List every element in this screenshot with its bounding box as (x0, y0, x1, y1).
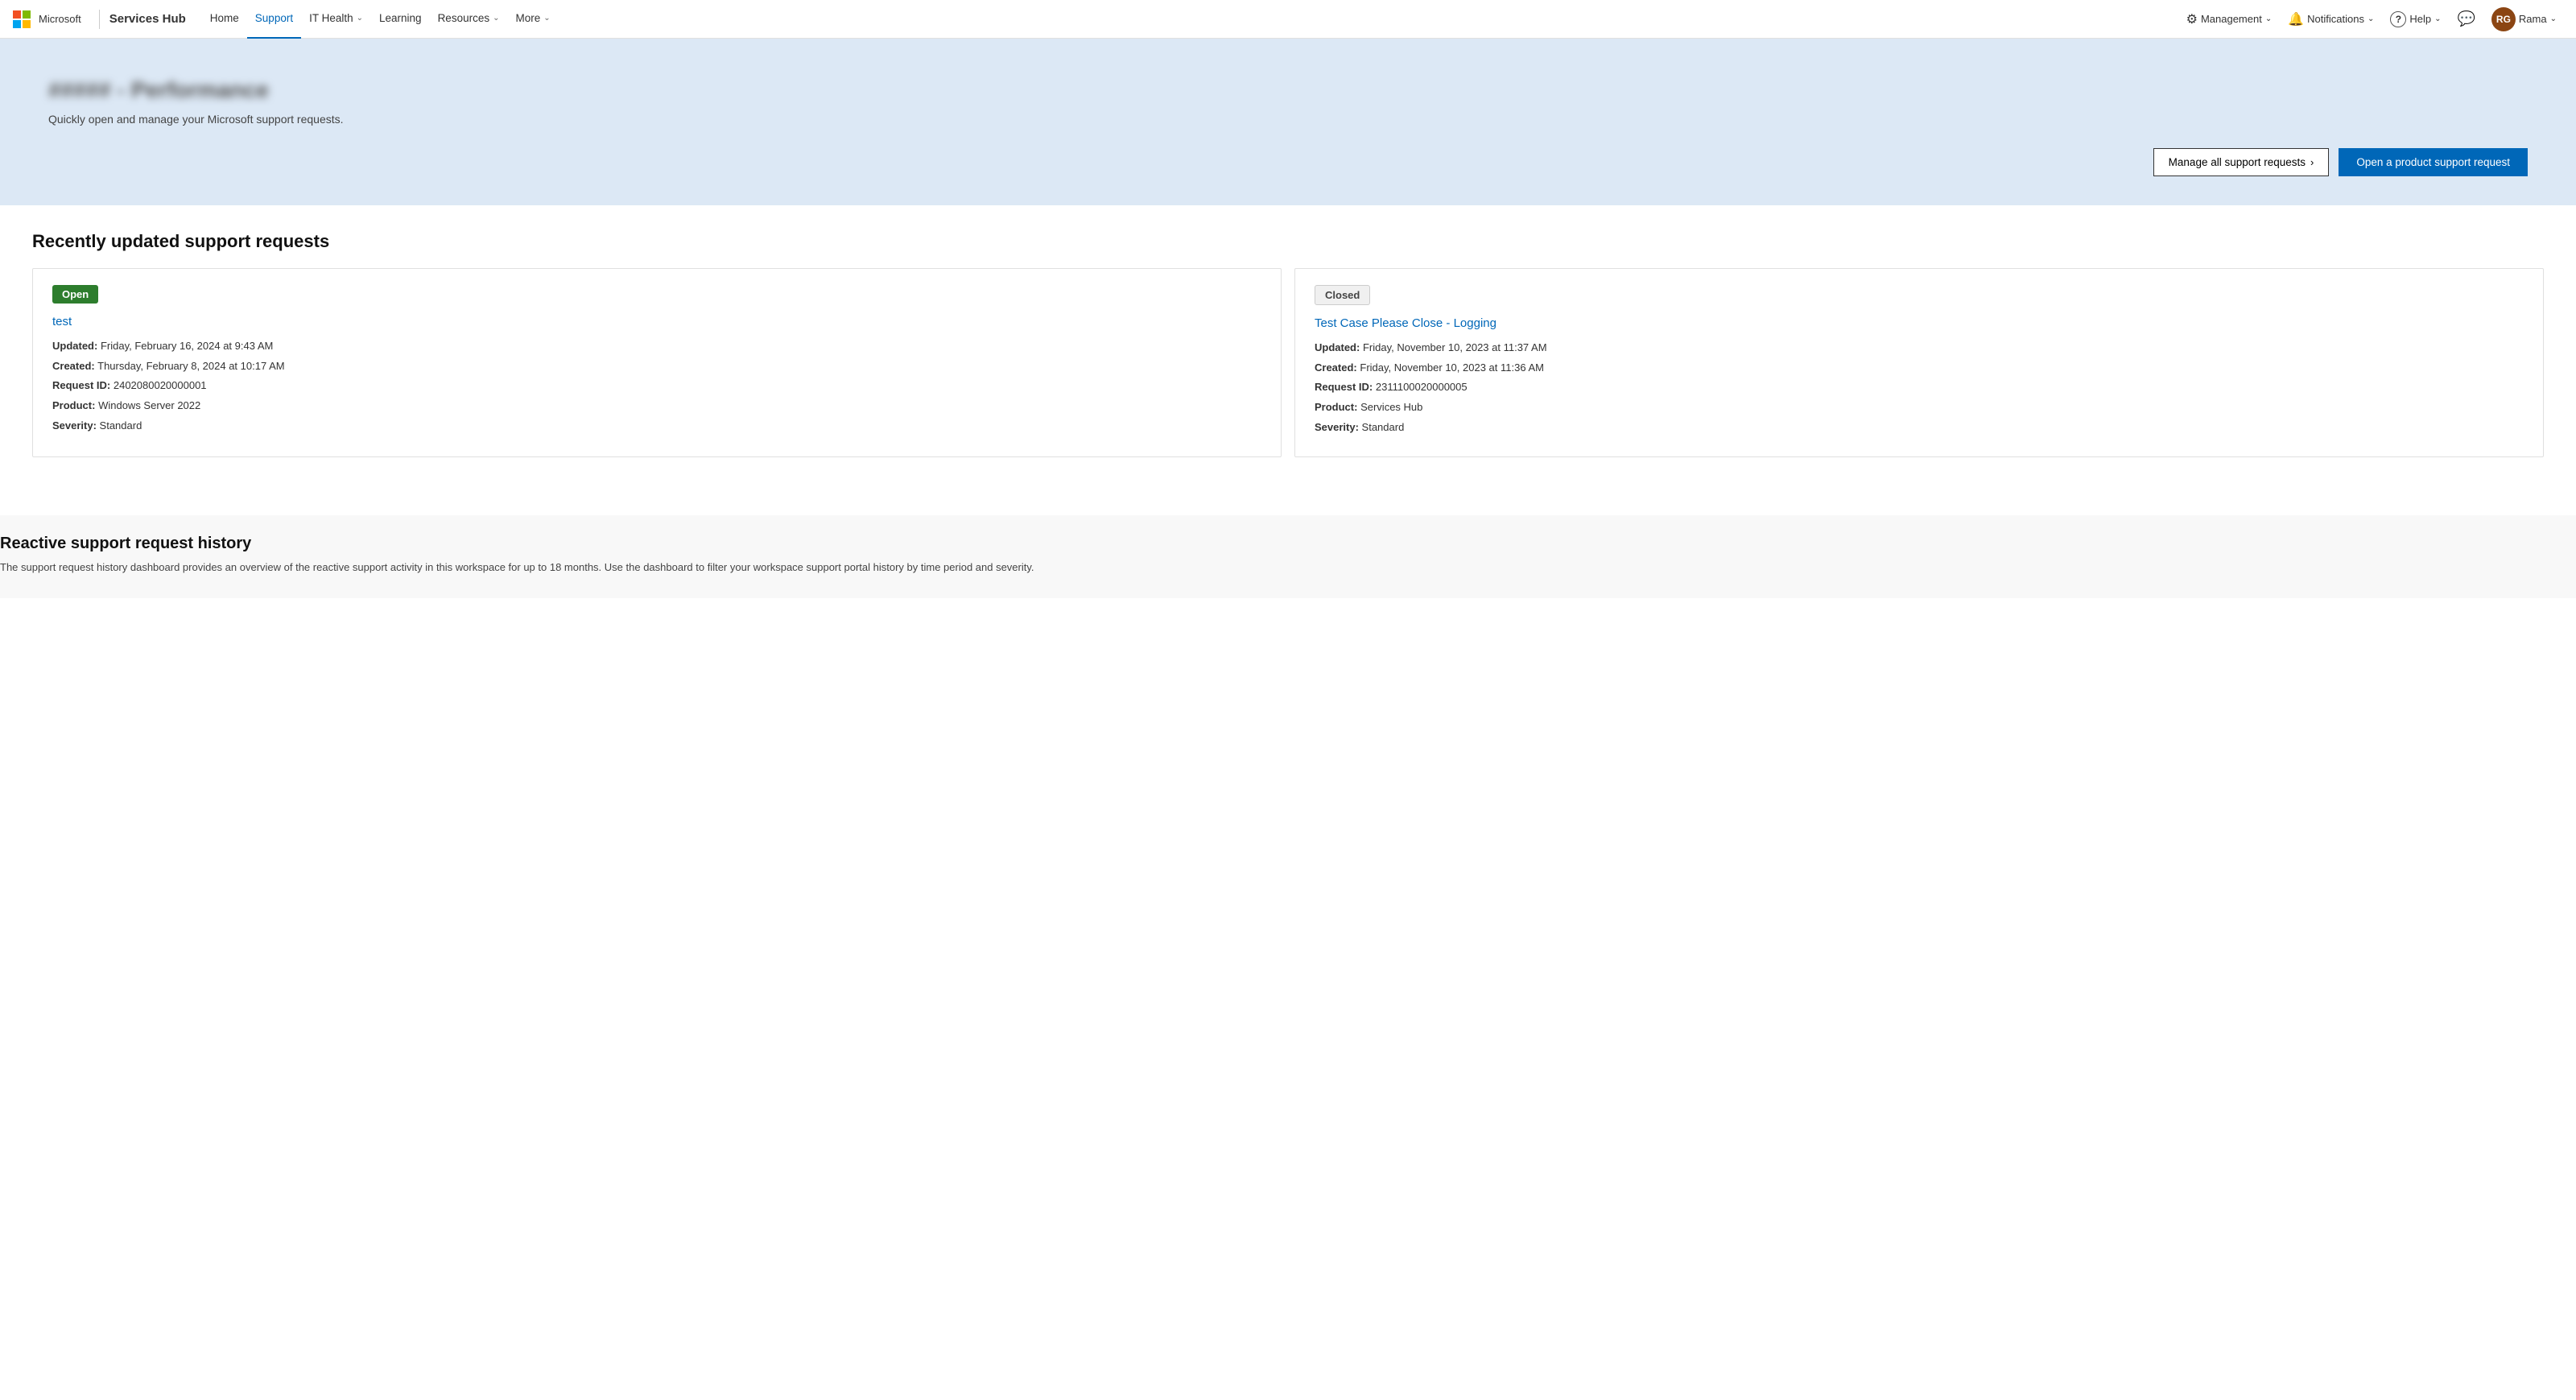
card-1-request-id: Request ID: 2402080020000001 (52, 376, 1261, 396)
main-content: Recently updated support requests Open t… (0, 205, 2576, 515)
nav-right: ⚙ Management ⌄ 🔔 Notifications ⌄ ? Help … (2180, 0, 2563, 39)
reactive-title: Reactive support request history (0, 535, 2576, 553)
chat-icon: 💬 (2458, 10, 2475, 27)
request-id-label-2: Request ID: (1315, 381, 1373, 393)
hero-title: ##### - Performance (48, 77, 2528, 103)
management-chevron-icon: ⌄ (2265, 14, 2272, 23)
card-2-meta: Updated: Friday, November 10, 2023 at 11… (1315, 338, 2524, 437)
microsoft-wordmark: Microsoft (39, 13, 81, 25)
nav-item-more[interactable]: More ⌄ (507, 0, 558, 39)
card-1-severity: Severity: Standard (52, 416, 1261, 436)
card-2-created-value: Friday, November 10, 2023 at 11:36 AM (1360, 361, 1544, 374)
support-card-1: Open test Updated: Friday, February 16, … (32, 268, 1282, 457)
nav-item-resources[interactable]: Resources ⌄ (430, 0, 508, 39)
more-chevron-icon: ⌄ (543, 14, 550, 23)
card-1-meta: Updated: Friday, February 16, 2024 at 9:… (52, 337, 1261, 436)
notifications-chevron-icon: ⌄ (2368, 14, 2374, 23)
bell-icon: 🔔 (2288, 11, 2304, 27)
card-1-product: Product: Windows Server 2022 (52, 396, 1261, 416)
notifications-menu[interactable]: 🔔 Notifications ⌄ (2281, 0, 2380, 39)
nav-resources-label: Resources (438, 12, 490, 24)
severity-label-2: Severity: (1315, 421, 1359, 433)
card-1-updated: Updated: Friday, February 16, 2024 at 9:… (52, 337, 1261, 357)
nav-item-ithealth[interactable]: IT Health ⌄ (301, 0, 371, 39)
management-label: Management (2201, 13, 2262, 25)
management-menu[interactable]: ⚙ Management ⌄ (2180, 0, 2279, 39)
card-2-title-link[interactable]: Test Case Please Close - Logging (1315, 316, 2524, 330)
updated-label: Updated: (52, 340, 97, 352)
card-1-updated-value: Friday, February 16, 2024 at 9:43 AM (101, 340, 273, 352)
chat-button[interactable]: 💬 (2451, 0, 2482, 39)
nav-learning-label: Learning (379, 12, 422, 24)
user-chevron-icon: ⌄ (2550, 14, 2557, 23)
nav-logo[interactable]: Microsoft (13, 10, 81, 28)
reactive-description: The support request history dashboard pr… (0, 560, 2447, 576)
card-2-severity: Severity: Standard (1315, 418, 2524, 438)
help-circle-icon: ? (2390, 11, 2406, 27)
nav-brand: Services Hub (109, 12, 186, 26)
card-2-updated: Updated: Friday, November 10, 2023 at 11… (1315, 338, 2524, 358)
card-1-product-value: Windows Server 2022 (98, 399, 200, 411)
request-id-label: Request ID: (52, 379, 110, 391)
navigation: Microsoft Services Hub Home Support IT H… (0, 0, 2576, 39)
cards-row: Open test Updated: Friday, February 16, … (32, 268, 2544, 457)
card-2-created: Created: Friday, November 10, 2023 at 11… (1315, 358, 2524, 378)
avatar: RG (2491, 7, 2516, 31)
card-2-request-id-value: 2311100020000005 (1376, 381, 1468, 393)
arrow-right-icon: › (2310, 156, 2314, 168)
microsoft-logo (13, 10, 31, 28)
ithealth-chevron-icon: ⌄ (357, 14, 363, 23)
nav-home-label: Home (210, 12, 239, 24)
card-1-severity-value: Standard (100, 419, 142, 432)
hero-section: ##### - Performance Quickly open and man… (0, 39, 2576, 205)
card-2-product-value: Services Hub (1360, 401, 1422, 413)
card-1-title-link[interactable]: test (52, 315, 1261, 328)
card-2-request-id: Request ID: 2311100020000005 (1315, 378, 2524, 398)
gear-icon: ⚙ (2186, 11, 2198, 27)
updated-label-2: Updated: (1315, 341, 1360, 353)
nav-divider (99, 10, 100, 29)
notifications-label: Notifications (2307, 13, 2364, 25)
manage-requests-button[interactable]: Manage all support requests › (2153, 148, 2330, 176)
severity-label: Severity: (52, 419, 97, 432)
help-chevron-icon: ⌄ (2434, 14, 2441, 23)
created-label-2: Created: (1315, 361, 1357, 374)
open-request-label: Open a product support request (2356, 156, 2510, 168)
created-label: Created: (52, 360, 95, 372)
reactive-section: Reactive support request history The sup… (0, 515, 2576, 598)
product-label: Product: (52, 399, 95, 411)
resources-chevron-icon: ⌄ (493, 14, 499, 23)
nav-item-learning[interactable]: Learning (371, 0, 430, 39)
nav-item-support[interactable]: Support (247, 0, 301, 39)
section-title: Recently updated support requests (32, 231, 2544, 252)
user-name: Rama (2519, 13, 2547, 25)
status-badge-open: Open (52, 285, 98, 304)
card-1-request-id-value: 2402080020000001 (114, 379, 207, 391)
nav-more-label: More (515, 12, 540, 24)
support-card-2: Closed Test Case Please Close - Logging … (1294, 268, 2544, 457)
manage-requests-label: Manage all support requests (2169, 156, 2306, 168)
nav-links: Home Support IT Health ⌄ Learning Resour… (202, 0, 2180, 39)
nav-item-home[interactable]: Home (202, 0, 247, 39)
card-2-updated-value: Friday, November 10, 2023 at 11:37 AM (1363, 341, 1547, 353)
open-request-button[interactable]: Open a product support request (2339, 148, 2528, 176)
help-menu[interactable]: ? Help ⌄ (2384, 0, 2447, 39)
user-profile-menu[interactable]: RG Rama ⌄ (2485, 0, 2563, 39)
card-2-product: Product: Services Hub (1315, 398, 2524, 418)
hero-actions: Manage all support requests › Open a pro… (48, 148, 2528, 176)
card-1-created-value: Thursday, February 8, 2024 at 10:17 AM (97, 360, 284, 372)
nav-support-label: Support (255, 12, 293, 24)
product-label-2: Product: (1315, 401, 1357, 413)
card-1-created: Created: Thursday, February 8, 2024 at 1… (52, 357, 1261, 377)
help-label: Help (2409, 13, 2431, 25)
card-2-severity-value: Standard (1362, 421, 1405, 433)
hero-subtitle: Quickly open and manage your Microsoft s… (48, 113, 2528, 126)
status-badge-closed: Closed (1315, 285, 1370, 305)
nav-ithealth-label: IT Health (309, 12, 353, 24)
